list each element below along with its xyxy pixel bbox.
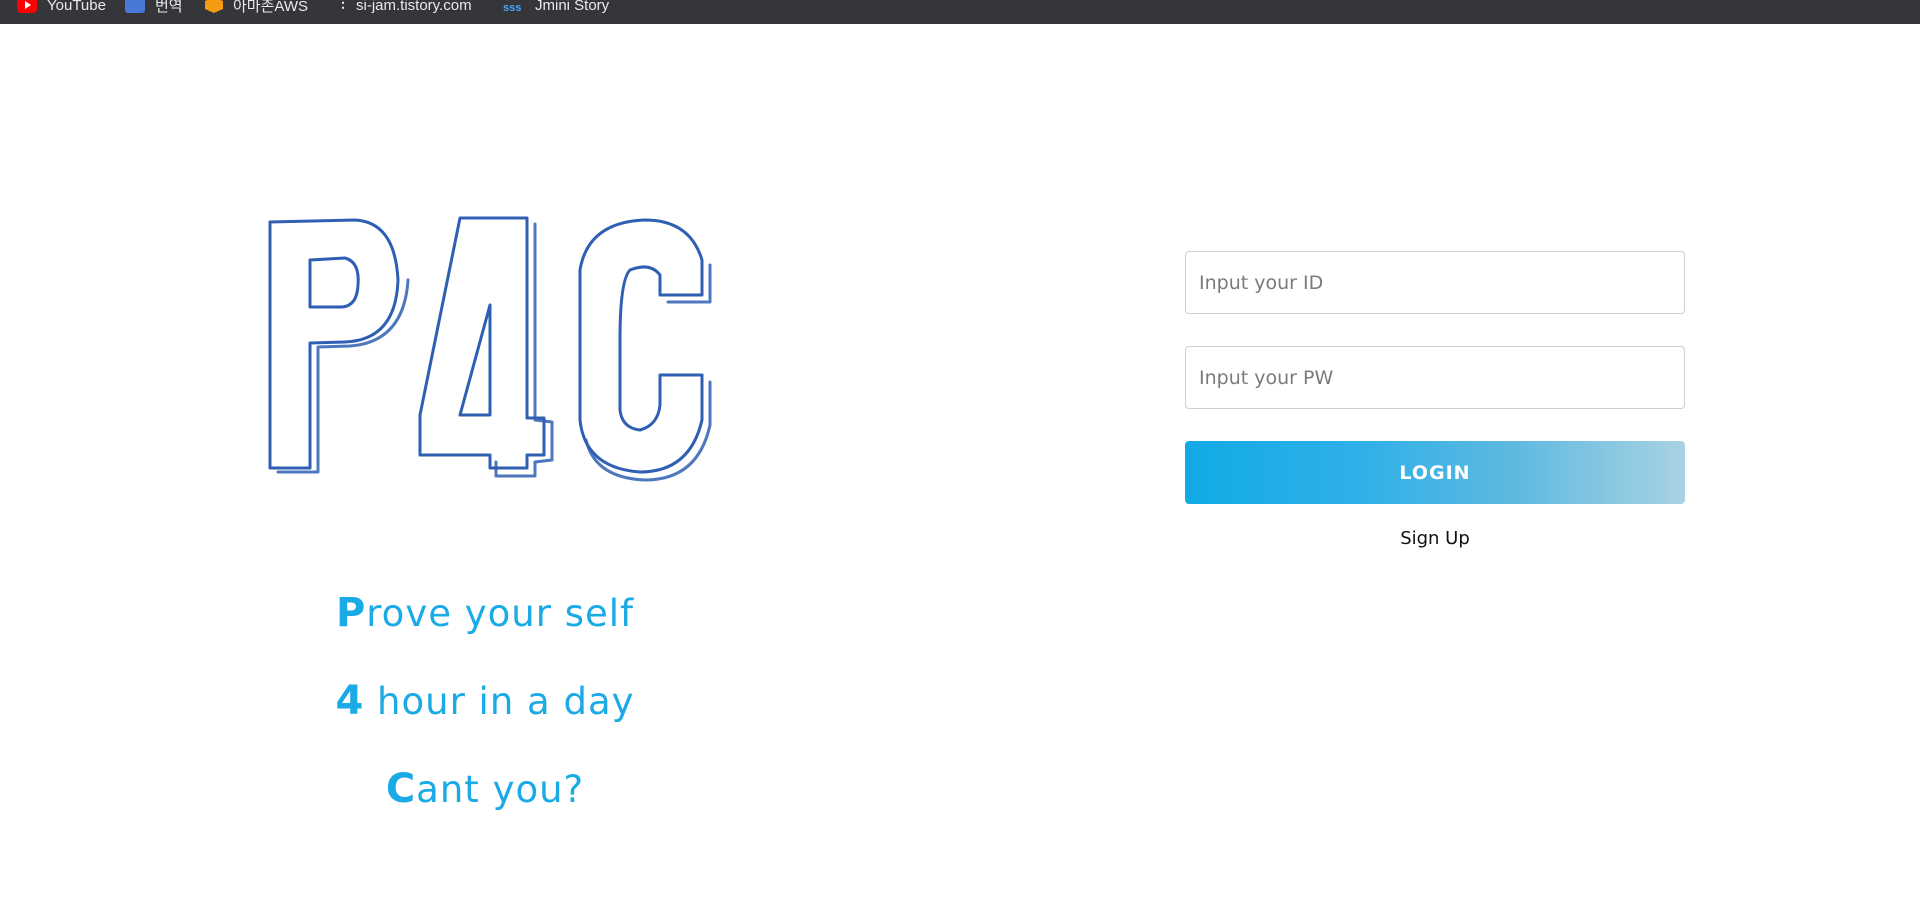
more-dots-icon: ⋮ [336, 0, 350, 10]
signup-link[interactable]: Sign Up [1185, 528, 1685, 549]
p4c-logo [268, 216, 712, 482]
slogan-line-2: 4 hour in a day [235, 678, 735, 724]
bookmark-aws[interactable]: 아마존AWS [205, 0, 308, 16]
bookmark-jmini-story[interactable]: sss Jmini Story [503, 0, 609, 16]
password-input[interactable] [1185, 346, 1685, 409]
slogan-text: hour in a day [364, 680, 635, 723]
bookmark-youtube[interactable]: YouTube [17, 0, 106, 16]
slogan-line-3: Cant you? [235, 766, 735, 812]
youtube-icon [17, 0, 37, 13]
slogan-text: ant you? [416, 768, 585, 811]
login-form: LOGIN Sign Up [1185, 251, 1685, 549]
slogan-line-1: Prove your self [235, 590, 735, 636]
translate-icon [125, 0, 145, 13]
bookmark-label: 번역 [155, 0, 183, 15]
bookmark-label: 아마존AWS [233, 0, 309, 15]
slogan-text: rove your self [366, 592, 635, 635]
bookmark-label: si-jam.tistory.com [356, 0, 472, 14]
aws-icon [205, 0, 223, 13]
id-input[interactable] [1185, 251, 1685, 314]
bookmark-label: YouTube [47, 0, 106, 14]
bookmarks-bar: YouTube 번역 아마존AWS ⋮ si-jam.tistory.com s… [0, 0, 1920, 24]
slogan-initial: P [335, 590, 367, 636]
slogan-initial: 4 [335, 678, 365, 724]
login-button[interactable]: LOGIN [1185, 441, 1685, 504]
bookmark-label: Jmini Story [535, 0, 610, 14]
bookmark-tistory[interactable]: ⋮ si-jam.tistory.com [336, 0, 472, 16]
bookmark-translate[interactable]: 번역 [125, 0, 183, 16]
sss-icon: sss [503, 2, 522, 14]
slogan-initial: C [385, 766, 417, 812]
